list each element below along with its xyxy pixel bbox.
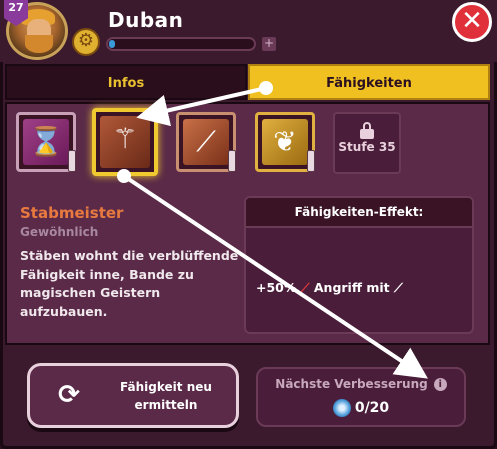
- hourglass-icon: ⌛: [23, 119, 69, 165]
- sword-icon: ⟋: [300, 280, 314, 295]
- skill-effect-box: Fähigkeiten-Effekt: +50% ⟋ Angriff mit ⟋: [244, 196, 474, 334]
- close-button[interactable]: ✕: [452, 2, 492, 42]
- skill-title: Stabmeister: [20, 204, 124, 222]
- next-upgrade-title: Nächste Verbesserung i: [258, 377, 464, 391]
- xp-bar: [106, 37, 256, 51]
- next-upgrade-progress: 0/20: [258, 399, 464, 417]
- skill-rarity: Gewöhnlich: [20, 225, 99, 239]
- next-upgrade-count: 0/20: [354, 400, 390, 416]
- skill-description: Stäben wohnt die verblüffende Fähigkeit …: [20, 248, 239, 319]
- locked-skill-label: Stufe 35: [338, 140, 396, 154]
- tab-skills[interactable]: Fähigkeiten: [248, 64, 490, 100]
- xp-bar-fill: [109, 40, 115, 48]
- skill-effect-text: Angriff mit: [313, 280, 390, 295]
- locked-skill-slot[interactable]: Stufe 35: [333, 112, 401, 174]
- hero-header: 27 ⚙ Duban + ✕: [0, 0, 497, 62]
- xp-add-button[interactable]: +: [262, 37, 276, 51]
- skill-slot-3[interactable]: ⟋: [176, 112, 236, 172]
- hero-name: Duban: [108, 8, 184, 32]
- skill-slot-tick: [68, 150, 76, 172]
- skill-effect-line: +50% ⟋ Angriff mit ⟋: [256, 280, 403, 296]
- skill-effect-value: +50%: [256, 280, 297, 295]
- tab-infos[interactable]: Infos: [5, 64, 247, 100]
- skill-slot-4[interactable]: ❦: [255, 112, 315, 172]
- skill-slot-2-selected[interactable]: ⚚: [92, 108, 158, 176]
- gear-icon[interactable]: ⚙: [72, 28, 100, 56]
- wing-icon: ❦: [262, 119, 308, 165]
- staff-small-icon: ⟋: [393, 280, 403, 295]
- next-upgrade-box: Nächste Verbesserung i 0/20: [256, 367, 466, 427]
- tab-bar: Infos Fähigkeiten: [5, 64, 490, 100]
- staff-icon: ⚚: [100, 116, 150, 168]
- slash-icon: ⟋: [183, 119, 229, 165]
- reroll-skill-button[interactable]: ⟳ Fähigkeit neu ermitteln: [27, 363, 239, 428]
- swirl-token-icon: [332, 399, 351, 417]
- info-icon[interactable]: i: [433, 378, 447, 391]
- skill-effect-header: Fähigkeiten-Effekt:: [246, 198, 472, 228]
- reroll-skill-label: Fähigkeit neu ermitteln: [120, 380, 212, 412]
- skill-slot-tick: [228, 150, 236, 172]
- skill-slot-1[interactable]: ⌛: [16, 112, 76, 172]
- skill-slot-tick: [307, 150, 315, 172]
- refresh-icon: ⟳: [58, 380, 80, 410]
- next-upgrade-title-text: Nächste Verbesserung: [275, 377, 428, 391]
- avatar-beard: [25, 35, 53, 53]
- lock-icon: [360, 122, 374, 139]
